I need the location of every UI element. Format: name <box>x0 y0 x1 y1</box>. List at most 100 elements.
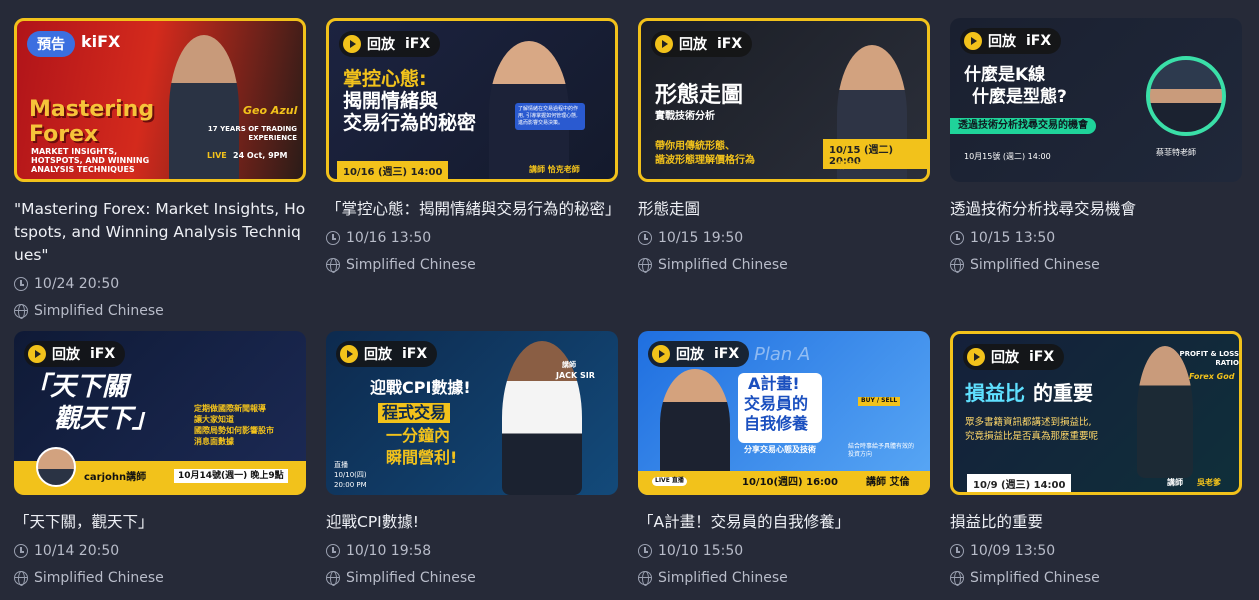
signature-text: Forex God <box>1189 372 1235 381</box>
host-photo <box>1137 346 1193 478</box>
speaker-label: carjohn講師 <box>84 472 147 483</box>
video-title[interactable]: 損益比的重要 <box>950 511 1242 534</box>
host-avatar <box>36 447 76 487</box>
speaker-name: 吳老爹 <box>1197 478 1221 487</box>
thumb-title-line: Forex <box>29 122 99 148</box>
video-title[interactable]: 透過技術分析找尋交易機會 <box>950 198 1242 221</box>
thumb-title-line: 程式交易 <box>378 403 451 424</box>
video-time: 10/24 20:50 <box>14 275 306 293</box>
time-label: 10/09 13:50 <box>970 543 1056 559</box>
video-thumbnail[interactable]: 回放 iFX 形態走圖 實戰技術分析 帶你用傳統形態、 諧波形態理解價格行為 10… <box>638 18 930 182</box>
bullet-item: 定期做國際新聞報導 <box>194 404 266 413</box>
experience-text: 17 YEARS OF TRADING EXPERIENCE <box>207 125 297 142</box>
brand-label: iFX <box>405 36 431 52</box>
video-thumbnail[interactable]: 回放 iFX 迎戰CPI數據! 程式交易 一分鐘內 瞬間營利! 講師 JACK S… <box>326 331 618 495</box>
live-label: 直播 <box>334 461 348 469</box>
thumb-title-line: 自我修養 <box>744 414 809 433</box>
video-card[interactable]: 回放 iFX 「天下關 觀天下」 定期做國際新聞報導 讓大家知道 國際局勢如何影響… <box>14 331 306 587</box>
bullet-item: 讓大家知道 <box>194 415 234 424</box>
thumb-title-line: 一分鐘內 <box>386 426 451 445</box>
video-card[interactable]: 回放 iFX 形態走圖 實戰技術分析 帶你用傳統形態、 諧波形態理解價格行為 10… <box>638 18 930 274</box>
thumb-title-line: 掌控心態: <box>343 68 427 90</box>
play-icon <box>343 35 361 53</box>
thumb-title-line: 什麼是型態? <box>972 87 1067 107</box>
time-label: 10/16 13:50 <box>346 230 432 246</box>
video-title[interactable]: 形態走圖 <box>638 198 930 221</box>
video-language: Simplified Chinese <box>326 569 618 587</box>
tag-label: 預告 <box>37 37 65 53</box>
play-icon <box>340 345 358 363</box>
video-card[interactable]: 回放 iFX Plan A A計畫! 交易員的 自我修養 分享交易心態及技術 BU… <box>638 331 930 587</box>
event-date: 10月15號 (週二) 14:00 <box>964 152 1051 161</box>
live-badge: LIVE <box>207 151 227 160</box>
thumb-title-line: A計畫! <box>748 374 800 393</box>
thumb-body-line: 究竟損益比是否真為那麼重要呢 <box>965 431 1099 442</box>
thumb-title: Mastering Forex <box>29 97 154 148</box>
play-icon <box>28 345 46 363</box>
thumb-banner: 透過技術分析找尋交易的機會 <box>950 118 1096 134</box>
tag-label: 回放 <box>988 34 1016 50</box>
speaker-label: 講師 <box>562 361 576 369</box>
speaker-label: 講師 恰克老師 <box>529 165 580 174</box>
video-thumbnail[interactable]: 回放 iFX Plan A A計畫! 交易員的 自我修養 分享交易心態及技術 BU… <box>638 331 930 495</box>
language-label: Simplified Chinese <box>658 257 788 273</box>
brand-label: kiFX <box>81 32 121 51</box>
replay-tag: 回放 iFX <box>339 31 441 57</box>
speaker-label: 蔡菲特老師 <box>1156 148 1196 157</box>
event-date: 10/9 (週三) 14:00 <box>967 474 1072 492</box>
speaker-name: JACK SIR <box>556 371 595 380</box>
video-thumbnail[interactable]: 回放 iFX 「天下關 觀天下」 定期做國際新聞報導 讓大家知道 國際局勢如何影響… <box>14 331 306 495</box>
thumb-title-line: 什麼是K線 <box>964 65 1046 85</box>
language-label: Simplified Chinese <box>34 570 164 586</box>
video-thumbnail[interactable]: 回放 iFX 掌控心態: 揭開情緒與 交易行為的秘密 了解情緒在交易過程中的作用,… <box>326 18 618 182</box>
preview-tag: 預告 <box>27 31 75 57</box>
brand-label: iFX <box>717 36 743 52</box>
video-language: Simplified Chinese <box>950 569 1242 587</box>
brand-label: iFX <box>402 346 428 362</box>
video-thumbnail[interactable]: 回放 iFX 損益比 的重要 PROFIT & LOSS RATIO Forex … <box>950 331 1242 495</box>
globe-icon <box>638 571 652 586</box>
thumb-title-line: 帶你用傳統形態、 <box>655 141 735 152</box>
globe-icon <box>14 571 28 586</box>
script-text: Plan A <box>754 344 811 365</box>
video-language: Simplified Chinese <box>950 256 1242 274</box>
thumb-note: 結合時事給予具體有效的投資方向 <box>848 443 915 458</box>
time-label: 10/10 19:58 <box>346 543 432 559</box>
language-label: Simplified Chinese <box>970 570 1100 586</box>
time-label: 10/10 15:50 <box>658 543 744 559</box>
video-title[interactable]: 「掌控心態：揭開情緒與交易行為的秘密」 <box>326 198 621 221</box>
video-card[interactable]: 回放 iFX 掌控心態: 揭開情緒與 交易行為的秘密 了解情緒在交易過程中的作用,… <box>326 18 621 274</box>
thumb-sub-line: ANALYSIS TECHNIQUES <box>31 165 135 174</box>
brand-label: iFX <box>90 346 116 362</box>
profit-label: PROFIT & LOSS RATIO <box>1179 350 1239 367</box>
globe-icon <box>950 571 964 586</box>
video-card[interactable]: 回放 iFX 迎戰CPI數據! 程式交易 一分鐘內 瞬間營利! 講師 JACK S… <box>326 331 618 587</box>
clock-icon <box>14 544 28 558</box>
globe-icon <box>950 258 964 273</box>
replay-tag: 回放 iFX <box>336 341 438 367</box>
video-thumbnail[interactable]: 預告 kiFX Mastering Forex MARKET INSIGHTS,… <box>14 18 306 182</box>
brand-label: iFX <box>1029 349 1055 365</box>
video-card[interactable]: 回放 iFX 什麼是K線 什麼是型態? 透過技術分析找尋交易的機會 10月15號 … <box>950 18 1242 274</box>
thumb-subtitle: MARKET INSIGHTS, HOTSPOTS, AND WINNING A… <box>31 147 149 174</box>
globe-icon <box>14 304 28 319</box>
video-card[interactable]: 預告 kiFX Mastering Forex MARKET INSIGHTS,… <box>14 18 306 320</box>
video-title[interactable]: "Mastering Forex: Market Insights, Hotsp… <box>14 198 306 267</box>
thumb-title-line: 損益比 <box>965 381 1025 405</box>
thumb-title-line: 「天下關 <box>24 372 129 402</box>
thumb-title: 掌控心態: 揭開情緒與 交易行為的秘密 <box>343 68 476 135</box>
clock-icon <box>326 544 340 558</box>
replay-tag: 回放 iFX <box>963 344 1065 370</box>
video-thumbnail[interactable]: 回放 iFX 什麼是K線 什麼是型態? 透過技術分析找尋交易的機會 10月15號 … <box>950 18 1242 182</box>
event-date: 10月14號(週一) 晚上9點 <box>174 469 288 484</box>
speaker-label: 講師 艾倫 <box>866 477 910 488</box>
language-label: Simplified Chinese <box>346 257 476 273</box>
buysell-label: BUY / SELL <box>858 397 901 406</box>
clock-icon <box>638 544 652 558</box>
video-card[interactable]: 回放 iFX 損益比 的重要 PROFIT & LOSS RATIO Forex … <box>950 331 1242 587</box>
video-title[interactable]: 「天下關，觀天下」 <box>14 511 306 534</box>
event-time: 20:00 PM <box>334 481 367 489</box>
video-title[interactable]: 迎戰CPI數據! <box>326 511 618 534</box>
thumb-title-line: 諧波形態理解價格行為 <box>655 155 755 166</box>
video-title[interactable]: 「A計畫！交易員的自我修養」 <box>638 511 930 534</box>
